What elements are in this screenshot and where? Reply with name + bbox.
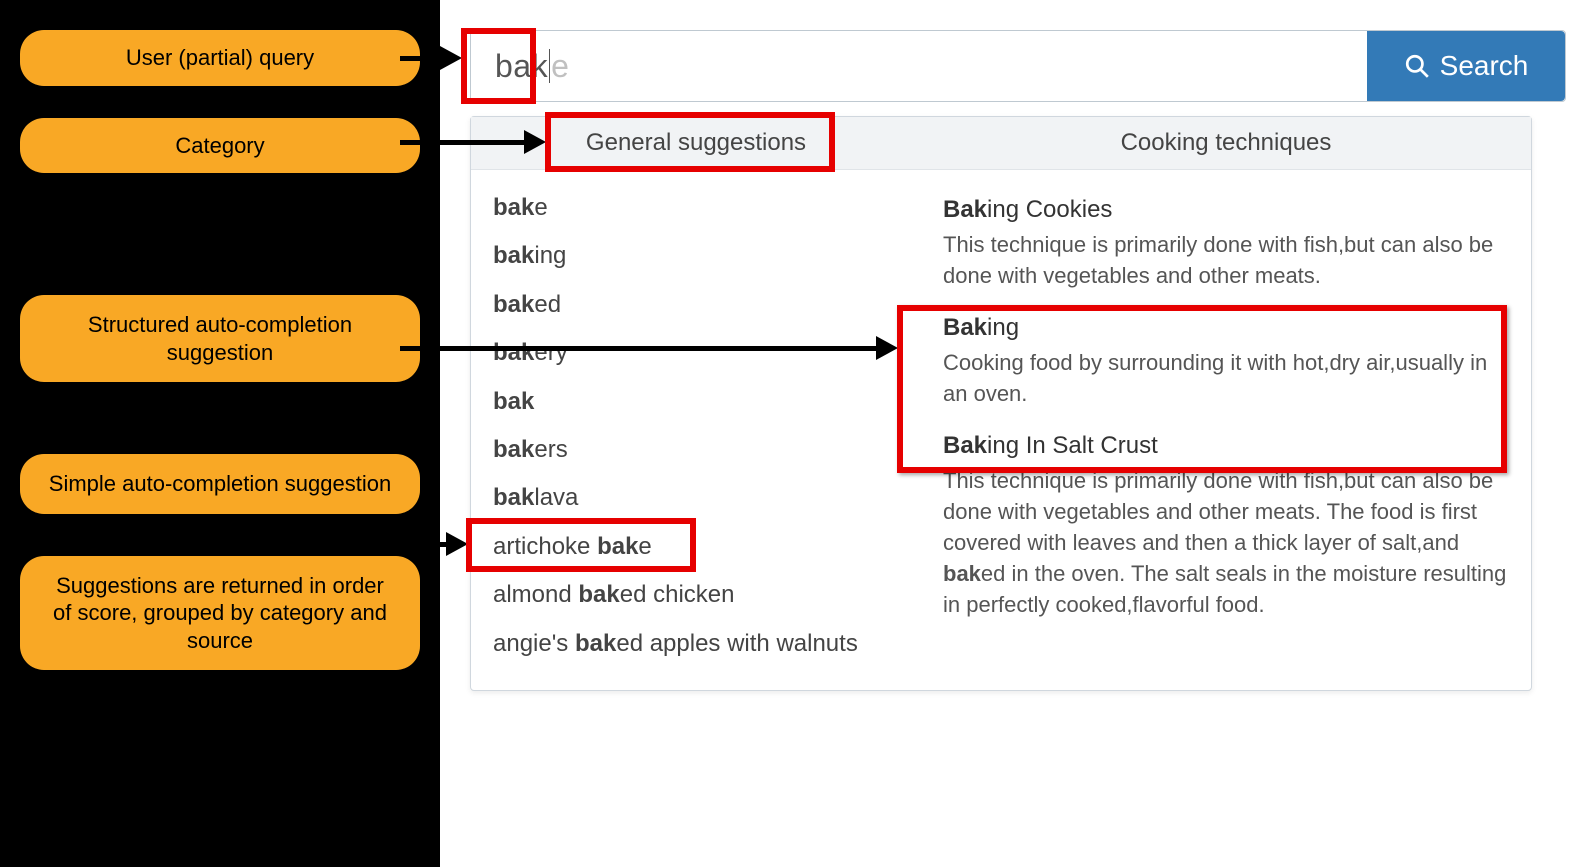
list-item[interactable]: baklava xyxy=(493,474,899,522)
list-item[interactable]: baked xyxy=(493,281,899,329)
annotation-simple: Simple auto-completion suggestion xyxy=(20,454,420,514)
list-item[interactable]: almond baked chicken xyxy=(493,571,899,619)
list-item[interactable]: BakingCooking food by surrounding it wit… xyxy=(943,302,1509,420)
annotation-structured: Structured auto-completion suggestion xyxy=(20,295,420,382)
search-icon xyxy=(1404,53,1430,79)
suggestions-dropdown: General suggestions bakebakingbakedbaker… xyxy=(470,116,1532,691)
list-item[interactable]: bake xyxy=(493,184,899,232)
list-item[interactable]: bakery xyxy=(493,329,899,377)
general-list: bakebakingbakedbakerybakbakersbaklavaart… xyxy=(471,170,921,690)
text-cursor xyxy=(549,49,550,83)
list-item[interactable]: Baking CookiesThis technique is primaril… xyxy=(943,184,1509,302)
list-item[interactable]: baking xyxy=(493,232,899,280)
search-input[interactable]: bake xyxy=(471,31,1367,101)
techniques-column: Cooking techniques Baking CookiesThis te… xyxy=(921,117,1531,690)
techniques-header: Cooking techniques xyxy=(921,117,1531,170)
list-item[interactable]: Baking In Salt CrustThis technique is pr… xyxy=(943,420,1509,630)
search-typed: bak xyxy=(495,48,548,85)
annotation-note: Suggestions are returned in order of sco… xyxy=(20,556,420,671)
search-button-label: Search xyxy=(1440,50,1529,82)
list-item[interactable]: angie's baked apples with walnuts xyxy=(493,620,899,668)
list-item[interactable]: bakers xyxy=(493,426,899,474)
annotation-category: Category xyxy=(20,118,420,174)
search-button[interactable]: Search xyxy=(1367,31,1565,101)
main-content: bake Search General suggestions bakebaki… xyxy=(440,0,1596,867)
annotation-user-query: User (partial) query xyxy=(20,30,420,86)
search-ghost: e xyxy=(551,48,569,85)
techniques-list: Baking CookiesThis technique is primaril… xyxy=(921,170,1531,652)
annotation-sidebar: User (partial) query Category Structured… xyxy=(0,0,440,867)
list-item[interactable]: artichoke bake xyxy=(493,523,899,571)
search-bar: bake Search xyxy=(470,30,1566,102)
general-column: General suggestions bakebakingbakedbaker… xyxy=(471,117,921,690)
list-item[interactable]: bak xyxy=(493,378,899,426)
search-query-text: bake xyxy=(495,48,569,85)
